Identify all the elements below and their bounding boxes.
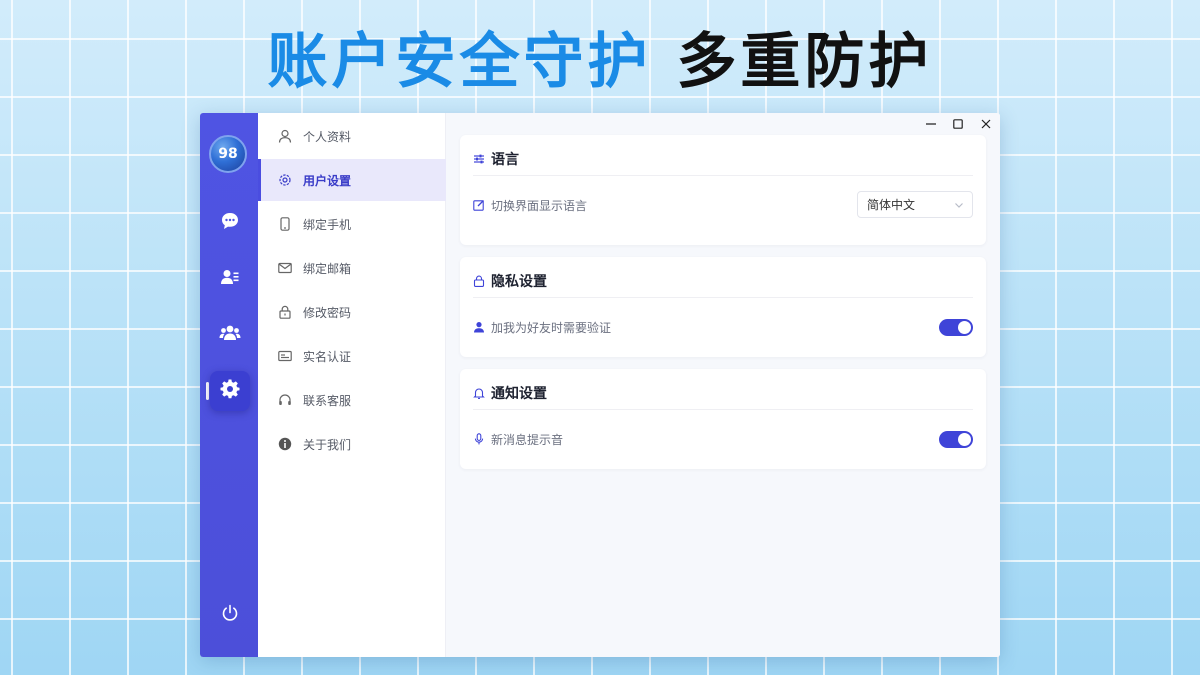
user-icon	[278, 129, 292, 143]
edit-icon	[473, 199, 485, 211]
privacy-row: 加我为好友时需要验证	[473, 313, 973, 341]
microphone-icon	[473, 433, 485, 445]
message-sound-toggle[interactable]	[939, 431, 973, 448]
sliders-icon	[473, 153, 485, 165]
menu-item-label: 联系客服	[303, 393, 352, 408]
privacy-row-label: 加我为好友时需要验证	[491, 320, 612, 335]
language-select[interactable]: 简体中文	[857, 191, 973, 218]
menu-item-label: 实名认证	[303, 349, 352, 364]
chevron-down-icon	[954, 200, 964, 210]
id-card-icon	[278, 349, 292, 363]
menu-item-profile[interactable]: 个人资料	[258, 115, 446, 157]
promo-headline: 账户安全守护 多重防护	[0, 22, 1200, 102]
language-select-value: 简体中文	[867, 198, 916, 212]
nav-rail: 98	[200, 113, 258, 657]
contacts-card-icon	[220, 267, 240, 291]
menu-item-customer-service[interactable]: 联系客服	[258, 379, 446, 421]
rail-item-groups[interactable]	[210, 315, 250, 355]
privacy-card: 隐私设置 加我为好友时需要验证	[460, 257, 986, 357]
notification-card-title: 通知设置	[491, 385, 547, 402]
menu-item-real-name[interactable]: 实名认证	[258, 335, 446, 377]
menu-item-label: 绑定邮箱	[303, 261, 352, 276]
chat-bubble-icon	[220, 211, 240, 235]
user-icon	[473, 321, 485, 333]
gear-icon	[278, 173, 292, 187]
minimize-icon	[926, 123, 936, 125]
privacy-card-title: 隐私设置	[491, 273, 547, 290]
phone-icon	[278, 217, 292, 231]
menu-item-label: 个人资料	[303, 129, 352, 144]
avatar-text: 98	[218, 146, 238, 162]
settings-menu: 个人资料 用户设置 绑定手机 绑定邮箱 修改密码 实名认证 联系客服 关于我们	[258, 113, 446, 657]
menu-item-change-password[interactable]: 修改密码	[258, 291, 446, 333]
rail-item-chat[interactable]	[210, 203, 250, 243]
toggle-knob	[958, 433, 971, 446]
app-window: 98 个人资料 用户设置 绑定手机 绑定邮箱 修改密码 实名认证 联系客服 关于…	[200, 113, 1000, 657]
rail-item-settings[interactable]	[210, 371, 250, 411]
maximize-icon	[953, 119, 963, 129]
close-icon	[981, 119, 991, 129]
menu-item-label: 修改密码	[303, 305, 352, 320]
language-row: 切换界面显示语言 简体中文	[473, 191, 973, 219]
language-card-title: 语言	[491, 151, 519, 168]
rail-active-indicator	[206, 382, 209, 400]
info-icon	[278, 437, 292, 451]
language-card-header: 语言	[473, 148, 973, 176]
notification-row: 新消息提示音	[473, 425, 973, 453]
notification-card: 通知设置 新消息提示音	[460, 369, 986, 469]
rail-item-power[interactable]	[210, 595, 250, 635]
notification-card-header: 通知设置	[473, 382, 973, 410]
mail-icon	[278, 261, 292, 275]
lock-icon	[473, 275, 485, 287]
language-row-label: 切换界面显示语言	[491, 198, 588, 213]
settings-content: 语言 切换界面显示语言 简体中文 隐私设置 加我为好友时需要验证 通知设置 新消…	[446, 113, 1000, 657]
bell-icon	[473, 387, 485, 399]
maximize-button[interactable]	[947, 115, 969, 133]
friend-verify-toggle[interactable]	[939, 319, 973, 336]
notification-row-label: 新消息提示音	[491, 432, 564, 447]
language-card: 语言 切换界面显示语言 简体中文	[460, 135, 986, 245]
minimize-button[interactable]	[920, 115, 942, 133]
close-button[interactable]	[975, 115, 997, 133]
headline-blue-text: 账户安全守护	[267, 27, 652, 97]
rail-item-contacts[interactable]	[210, 259, 250, 299]
headset-icon	[278, 393, 292, 407]
toggle-knob	[958, 321, 971, 334]
menu-item-label: 用户设置	[303, 173, 352, 188]
menu-item-bind-phone[interactable]: 绑定手机	[258, 203, 446, 245]
headline-black-text: 多重防护	[676, 27, 933, 97]
menu-item-label: 关于我们	[303, 437, 352, 452]
privacy-card-header: 隐私设置	[473, 270, 973, 298]
menu-item-bind-email[interactable]: 绑定邮箱	[258, 247, 446, 289]
menu-item-user-settings[interactable]: 用户设置	[258, 159, 446, 201]
menu-item-label: 绑定手机	[303, 217, 352, 232]
lock-icon	[278, 305, 292, 319]
avatar[interactable]: 98	[209, 135, 247, 173]
power-icon	[221, 604, 239, 626]
group-people-icon	[219, 323, 241, 347]
gear-icon	[220, 379, 240, 403]
menu-item-about[interactable]: 关于我们	[258, 423, 446, 465]
